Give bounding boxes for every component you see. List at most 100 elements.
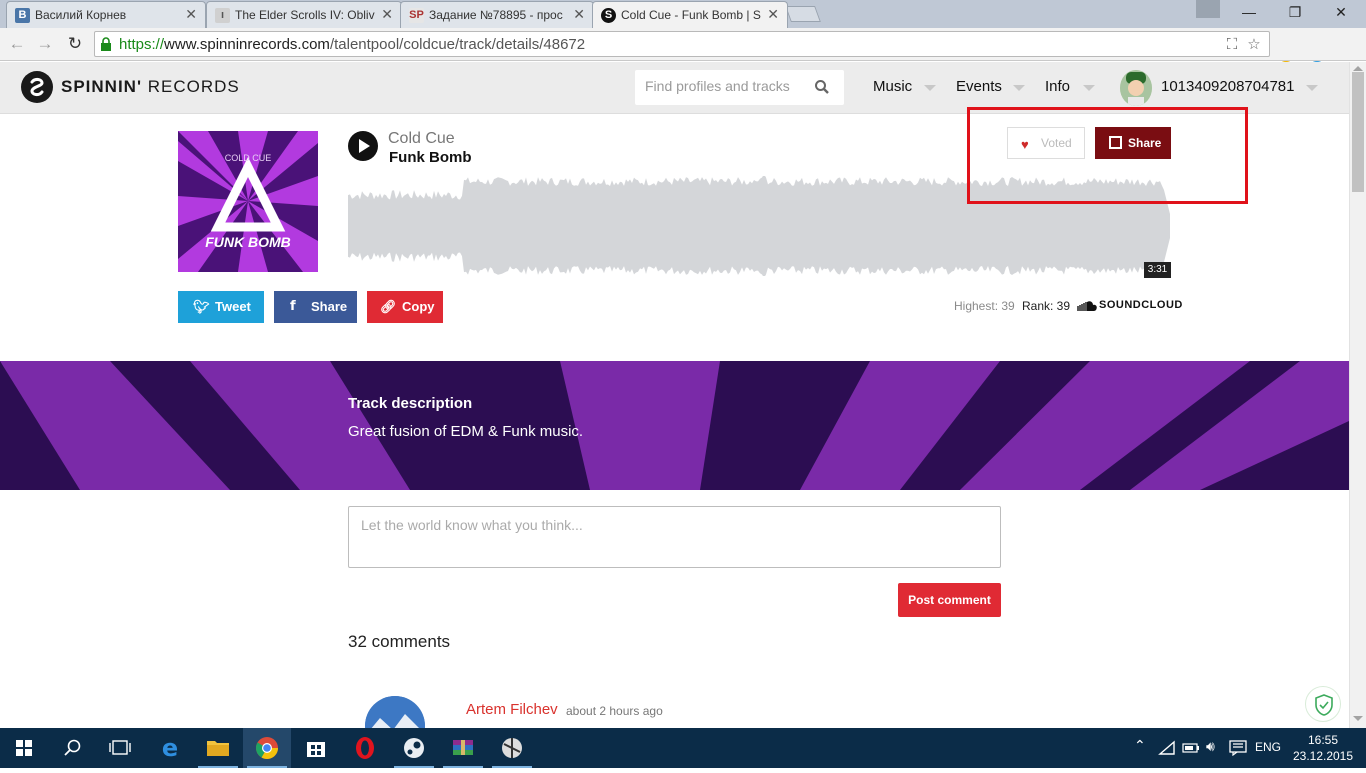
chevron-down-icon[interactable] bbox=[924, 85, 936, 91]
current-rank: Rank: 39 bbox=[1022, 299, 1071, 313]
explorer-taskbar-button[interactable] bbox=[194, 728, 242, 768]
close-icon[interactable]: ✕ bbox=[767, 6, 779, 23]
minimize-button[interactable]: — bbox=[1226, 0, 1272, 24]
url-host: www.spinninrecords.com bbox=[164, 36, 330, 53]
tab-title: Василий Корнев bbox=[35, 8, 127, 22]
url-text: https://www.spinninrecords.com/talentpoo… bbox=[119, 36, 585, 53]
tweet-button[interactable]: 🐦︎ Tweet bbox=[178, 291, 264, 323]
address-bar[interactable]: https://www.spinninrecords.com/talentpoo… bbox=[94, 31, 1270, 57]
post-comment-button[interactable]: Post comment bbox=[898, 583, 1001, 617]
windows-taskbar: e ⌃ 🔊︎ ENG 16:55 23.12.2015 bbox=[0, 728, 1366, 768]
browser-tabstrip: В Василий Корнев ✕ ı The Elder Scrolls I… bbox=[0, 0, 1366, 28]
forward-icon[interactable]: → bbox=[34, 33, 56, 55]
browser-tab-spinnin[interactable]: S Cold Cue - Funk Bomb | Sp ✕ bbox=[592, 1, 788, 28]
folder-icon bbox=[207, 741, 229, 756]
facebook-share-button[interactable]: f Share bbox=[274, 291, 357, 323]
steam-taskbar-button[interactable] bbox=[390, 728, 438, 768]
battery-icon[interactable] bbox=[1182, 741, 1200, 755]
svg-text:e: e bbox=[162, 734, 178, 762]
soundcloud-label: SOUNDCLOUD bbox=[1099, 299, 1183, 311]
app-taskbar-button[interactable] bbox=[488, 728, 536, 768]
task-view-icon bbox=[109, 740, 131, 755]
profile-icon[interactable] bbox=[1196, 0, 1220, 18]
store-icon bbox=[307, 742, 325, 757]
facebook-icon: f bbox=[290, 299, 296, 314]
close-icon[interactable]: ✕ bbox=[573, 6, 585, 23]
description-text: Great fusion of EDM & Funk music. bbox=[348, 423, 584, 440]
tab-title: Cold Cue - Funk Bomb | Sp bbox=[621, 8, 761, 22]
nav-events[interactable]: Events bbox=[956, 78, 1002, 95]
soundcloud-icon bbox=[1077, 301, 1097, 311]
notifications-icon[interactable] bbox=[1229, 740, 1247, 756]
chrome-icon bbox=[256, 737, 278, 759]
restore-button[interactable]: ❐ bbox=[1272, 0, 1318, 24]
highlight-annotation bbox=[967, 107, 1248, 204]
app-icon bbox=[502, 738, 522, 758]
site-logo-text[interactable]: SPINNIN' RECORDS bbox=[61, 77, 240, 97]
close-icon[interactable]: ✕ bbox=[185, 6, 197, 23]
nav-info[interactable]: Info bbox=[1045, 78, 1070, 95]
search-taskbar-button[interactable] bbox=[48, 728, 96, 768]
artwork-top-text: COLD CUE bbox=[225, 153, 272, 163]
edge-taskbar-button[interactable]: e bbox=[146, 728, 194, 768]
nav-music[interactable]: Music bbox=[873, 78, 912, 95]
task-view-button[interactable] bbox=[96, 728, 144, 768]
winrar-taskbar-button[interactable] bbox=[439, 728, 487, 768]
browser-tab-oblivion[interactable]: ı The Elder Scrolls IV: Oblivi ✕ bbox=[206, 1, 402, 28]
window-close-button[interactable]: ✕ bbox=[1318, 0, 1364, 24]
search-box bbox=[635, 70, 844, 105]
language-indicator[interactable]: ENG bbox=[1255, 740, 1281, 754]
play-button[interactable] bbox=[348, 131, 378, 161]
chevron-down-icon[interactable] bbox=[1083, 85, 1095, 91]
translate-icon[interactable]: ⛶ bbox=[1223, 36, 1241, 54]
chevron-up-icon[interactable]: ⌃ bbox=[1134, 737, 1146, 754]
security-shield-icon[interactable] bbox=[1305, 686, 1341, 722]
scroll-down-icon[interactable] bbox=[1353, 716, 1363, 721]
store-taskbar-button[interactable] bbox=[292, 728, 340, 768]
spinnin-icon: S bbox=[601, 8, 616, 23]
track-title: Funk Bomb bbox=[389, 149, 472, 166]
soundcloud-logo[interactable]: SOUNDCLOUD bbox=[1076, 299, 1182, 313]
close-icon[interactable]: ✕ bbox=[381, 6, 393, 23]
reload-icon[interactable]: ↻ bbox=[64, 33, 86, 55]
chevron-down-icon[interactable] bbox=[1306, 85, 1318, 91]
opera-icon bbox=[356, 737, 374, 759]
clock-date: 23.12.2015 bbox=[1292, 749, 1354, 763]
copy-label: Copy bbox=[402, 299, 435, 314]
track-artist[interactable]: Cold Cue bbox=[388, 130, 455, 148]
chevron-down-icon[interactable] bbox=[1013, 85, 1025, 91]
steam-icon bbox=[404, 738, 424, 758]
tweet-label: Tweet bbox=[215, 299, 251, 314]
browser-tab-task[interactable]: SP Задание №78895 - прос ✕ bbox=[400, 1, 594, 28]
clock-time: 16:55 bbox=[1307, 733, 1339, 747]
comment-author[interactable]: Artem Filchev bbox=[466, 701, 558, 718]
tab-title: Задание №78895 - прос bbox=[429, 8, 563, 22]
scrollbar-thumb[interactable] bbox=[1352, 72, 1364, 192]
clock[interactable]: 16:55 23.12.2015 bbox=[1290, 732, 1356, 764]
search-icon[interactable] bbox=[814, 79, 830, 95]
scroll-up-icon[interactable] bbox=[1353, 66, 1363, 71]
new-tab-button[interactable] bbox=[785, 6, 821, 22]
description-title: Track description bbox=[348, 395, 473, 412]
browser-tab-vk[interactable]: В Василий Корнев ✕ bbox=[6, 1, 206, 28]
back-icon[interactable]: ← bbox=[6, 33, 28, 55]
search-input[interactable] bbox=[645, 78, 805, 94]
page-scrollbar[interactable] bbox=[1349, 62, 1366, 728]
network-icon[interactable] bbox=[1158, 740, 1176, 756]
windows-logo-icon bbox=[16, 740, 32, 756]
facebook-share-label: Share bbox=[311, 299, 348, 314]
copy-link-button[interactable]: 🔗︎ Copy bbox=[367, 291, 443, 323]
user-avatar[interactable] bbox=[1120, 70, 1152, 106]
bookmark-star-icon[interactable]: ☆ bbox=[1245, 36, 1263, 54]
chrome-taskbar-button[interactable] bbox=[243, 728, 291, 768]
track-duration: 3:31 bbox=[1144, 262, 1171, 278]
volume-icon[interactable]: 🔊︎ bbox=[1206, 738, 1215, 755]
start-button[interactable] bbox=[0, 728, 48, 768]
track-artwork[interactable]: COLD CUE FUNK BOMB bbox=[178, 131, 318, 272]
lock-icon bbox=[101, 37, 111, 51]
opera-taskbar-button[interactable] bbox=[341, 728, 389, 768]
username[interactable]: 1013409208704781 bbox=[1161, 78, 1294, 95]
comment-input[interactable] bbox=[348, 506, 1001, 568]
spinnin-logo-icon[interactable] bbox=[21, 71, 53, 103]
comments-count: 32 comments bbox=[348, 632, 451, 651]
